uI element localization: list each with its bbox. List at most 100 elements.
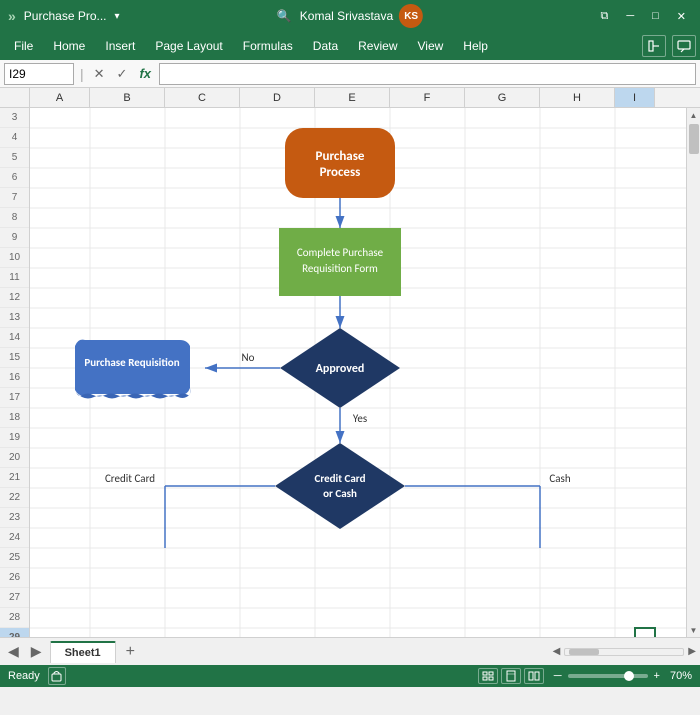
h-scroll-thumb[interactable] [569, 649, 599, 655]
purchase-req-label: Purchase Requisition [84, 356, 179, 369]
status-left: Ready [8, 667, 478, 685]
menu-data[interactable]: Data [303, 35, 348, 57]
col-g[interactable]: G [465, 88, 540, 107]
status-right: ─ + 70% [478, 668, 692, 684]
scroll-thumb-v[interactable] [689, 124, 699, 154]
h-scroll-left[interactable]: ◀ [553, 646, 561, 657]
process-box-label2: Requisition Form [302, 262, 378, 275]
formula-input[interactable] [159, 63, 696, 85]
row-12: 12 [0, 288, 29, 308]
name-box[interactable] [4, 63, 74, 85]
menu-formulas[interactable]: Formulas [233, 35, 303, 57]
credit-card-label: Credit Card [105, 472, 155, 485]
scroll-down-arrow[interactable]: ▼ [687, 623, 700, 637]
normal-view-button[interactable] [478, 668, 498, 684]
maximize-button[interactable]: □ [646, 8, 665, 24]
scroll-up-arrow[interactable]: ▲ [687, 108, 700, 122]
cash-label2: or Cash [323, 487, 357, 500]
row-27: 27 [0, 588, 29, 608]
function-icon[interactable]: fx [135, 66, 155, 81]
h-scroll-area: ◀ ▶ [145, 646, 696, 657]
col-h[interactable]: H [540, 88, 615, 107]
active-cell [635, 628, 655, 637]
col-a[interactable]: A [30, 88, 90, 107]
menu-insert[interactable]: Insert [95, 35, 145, 57]
page-layout-button[interactable] [501, 668, 521, 684]
row-14: 14 [0, 328, 29, 348]
row-3: 3 [0, 108, 29, 128]
user-name: Komal Srivastava [300, 9, 393, 23]
col-f[interactable]: F [390, 88, 465, 107]
bottom-area: ◀ ▶ Sheet1 + ◀ ▶ [0, 637, 700, 665]
row-24: 24 [0, 528, 29, 548]
row-17: 17 [0, 388, 29, 408]
sheet-body: 3 4 5 6 7 8 9 10 11 12 13 14 15 16 17 18… [0, 108, 700, 637]
menu-view[interactable]: View [408, 35, 454, 57]
h-scroll-right[interactable]: ▶ [688, 646, 696, 657]
search-icon: 🔍 [277, 9, 292, 23]
row-19: 19 [0, 428, 29, 448]
comment-icon[interactable] [672, 35, 696, 57]
row-28: 28 [0, 608, 29, 628]
approved-label: Approved [316, 362, 365, 376]
cancel-icon[interactable]: ✕ [90, 66, 109, 82]
page-break-button[interactable] [524, 668, 544, 684]
row-21: 21 [0, 468, 29, 488]
title-chevron[interactable]: ▾ [115, 11, 120, 22]
row-numbers: 3 4 5 6 7 8 9 10 11 12 13 14 15 16 17 18… [0, 108, 30, 637]
sheet-tab-1[interactable]: Sheet1 [50, 641, 116, 663]
cash-diamond [275, 443, 405, 529]
row-10: 10 [0, 248, 29, 268]
zoom-in-button[interactable]: + [654, 670, 660, 682]
col-c[interactable]: C [165, 88, 240, 107]
status-text: Ready [8, 670, 40, 682]
row-8: 8 [0, 208, 29, 228]
row-4: 4 [0, 128, 29, 148]
scroll-track-v[interactable] [687, 122, 700, 623]
zoom-thumb[interactable] [624, 671, 634, 681]
zoom-slider[interactable] [568, 674, 648, 678]
grid-content[interactable]: Purchase Process Complete Purchase Requi… [30, 108, 686, 637]
window-controls: ⧉ ─ □ ✕ [594, 8, 692, 25]
user-avatar: KS [399, 4, 423, 28]
menu-help[interactable]: Help [453, 35, 498, 57]
formula-bar: | ✕ ✓ fx [0, 60, 700, 88]
yes-label: Yes [353, 412, 367, 425]
row-15: 15 [0, 348, 29, 368]
menu-home[interactable]: Home [43, 35, 95, 57]
user-info: Komal Srivastava KS [300, 4, 423, 28]
row-29: 29 [0, 628, 29, 637]
add-sheet-button[interactable]: + [120, 643, 141, 661]
col-d[interactable]: D [240, 88, 315, 107]
close-button[interactable]: ✕ [671, 8, 692, 25]
row-18: 18 [0, 408, 29, 428]
share-icon[interactable] [642, 35, 666, 57]
column-headers: A B C D E F G H I [0, 88, 700, 108]
menu-review[interactable]: Review [348, 35, 407, 57]
minimize-button[interactable]: ─ [620, 8, 640, 24]
accept-icon[interactable]: ✓ [113, 66, 132, 82]
row-23: 23 [0, 508, 29, 528]
corner-cell [0, 88, 30, 107]
restore-button[interactable]: ⧉ [594, 8, 614, 25]
menu-file[interactable]: File [4, 35, 43, 57]
col-i[interactable]: I [615, 88, 655, 107]
right-scrollbar[interactable]: ▲ ▼ [686, 108, 700, 637]
h-scroll-track[interactable] [564, 648, 684, 656]
zoom-out-button[interactable]: ─ [554, 670, 562, 682]
col-e[interactable]: E [315, 88, 390, 107]
status-bar: Ready ─ + 70% [0, 665, 700, 687]
row-11: 11 [0, 268, 29, 288]
sheet-nav-prev[interactable]: ◀ [4, 641, 23, 662]
row-16: 16 [0, 368, 29, 388]
menu-page-layout[interactable]: Page Layout [145, 35, 232, 57]
col-b[interactable]: B [90, 88, 165, 107]
no-label: No [242, 351, 255, 364]
macro-security-icon[interactable] [48, 667, 66, 685]
formula-icons: ✕ ✓ fx [90, 66, 155, 82]
row-26: 26 [0, 568, 29, 588]
sheet-nav-next[interactable]: ▶ [27, 641, 46, 662]
start-box-label2: Process [320, 165, 361, 180]
app-logo: » [8, 8, 16, 24]
sheet-tabs: ◀ ▶ Sheet1 + ◀ ▶ [0, 637, 700, 665]
